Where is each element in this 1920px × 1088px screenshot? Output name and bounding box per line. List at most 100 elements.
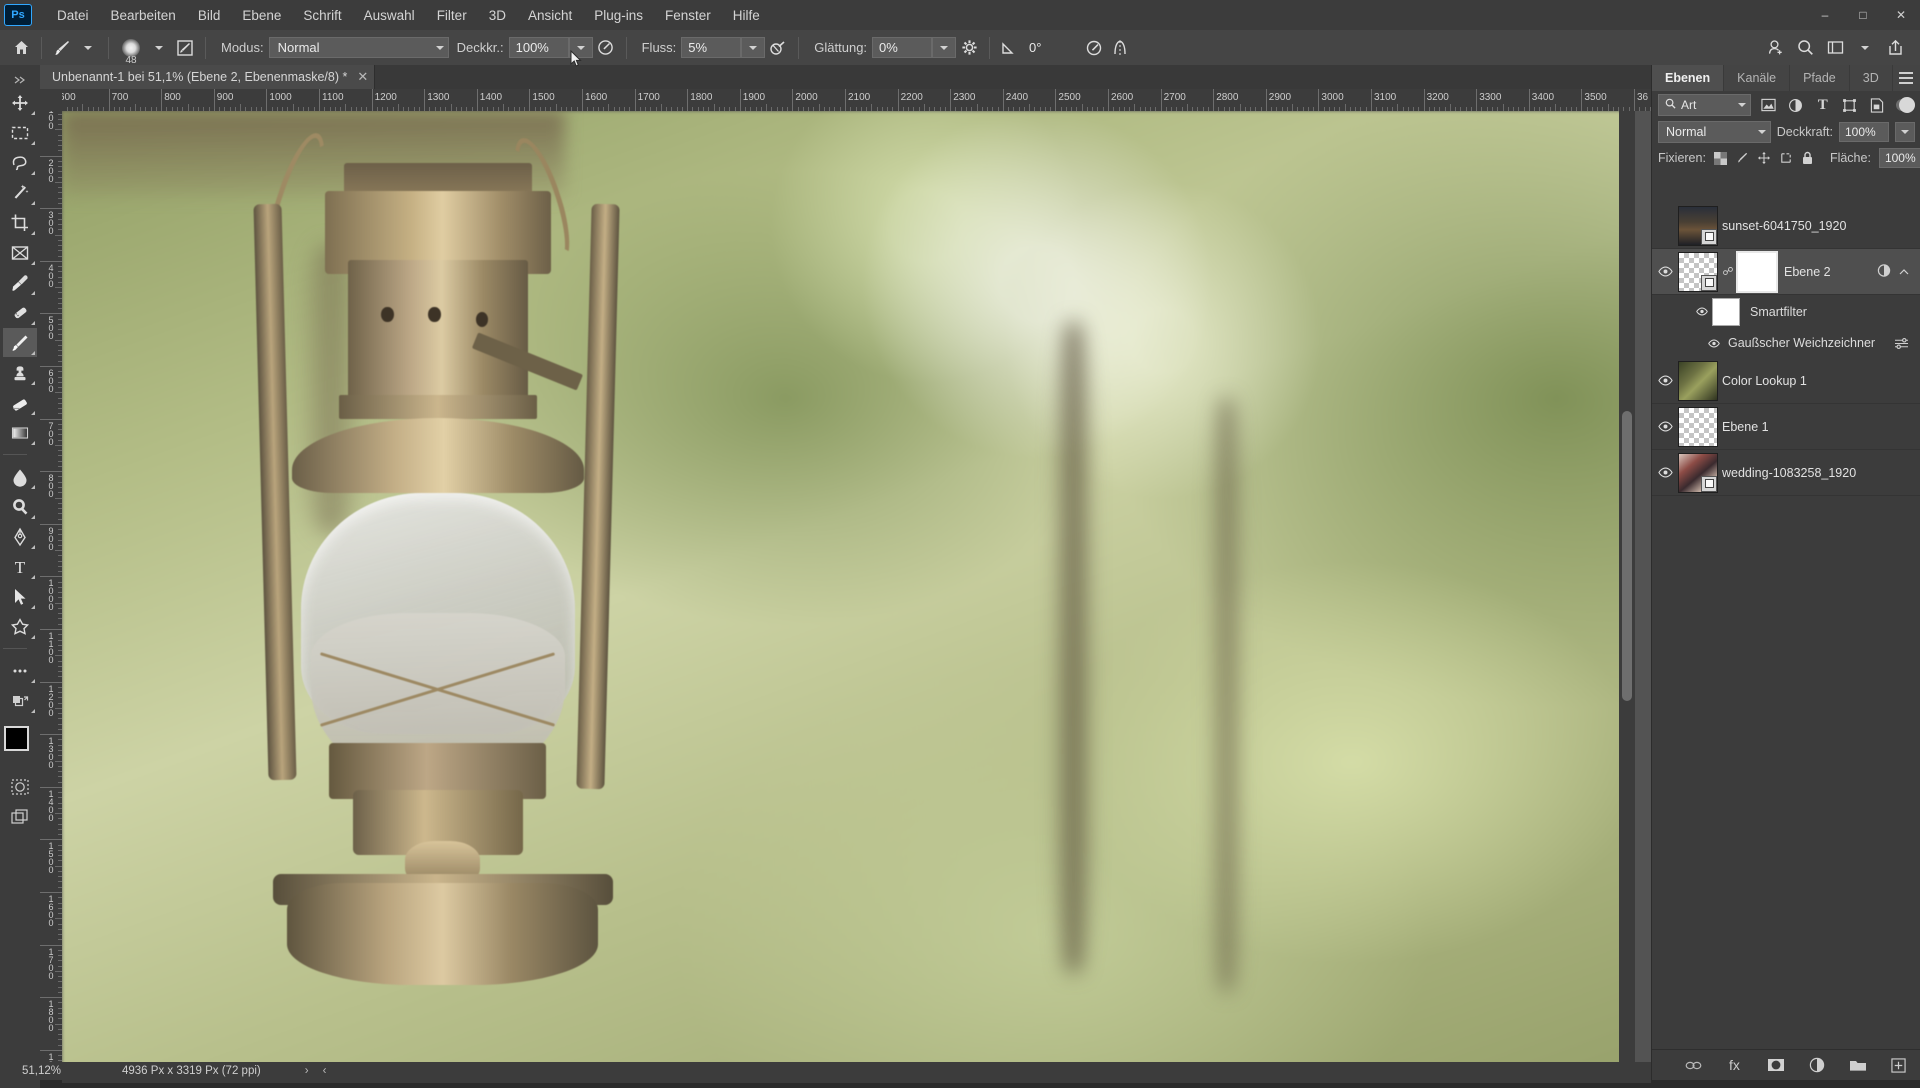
brush-preset-chevron-icon[interactable] xyxy=(146,35,172,61)
close-button[interactable]: ✕ xyxy=(1882,0,1920,30)
workspace-icon[interactable] xyxy=(1820,33,1850,63)
quick-selection-tool[interactable] xyxy=(3,178,37,207)
menu-item-3d[interactable]: 3D xyxy=(478,4,517,27)
filter-smartobject-icon[interactable] xyxy=(1865,94,1889,116)
path-selection-tool[interactable] xyxy=(3,582,37,611)
tab-kan-le[interactable]: Kanäle xyxy=(1724,65,1790,91)
layer-row[interactable]: sunset-6041750_1920 xyxy=(1652,203,1920,249)
airbrush-icon[interactable] xyxy=(765,35,791,61)
pressure-opacity-icon[interactable] xyxy=(593,35,619,61)
blur-tool[interactable] xyxy=(3,462,37,491)
smoothing-dropdown-icon[interactable] xyxy=(932,37,956,58)
canvas-vertical-scrollbar[interactable] xyxy=(1619,111,1635,1069)
brush-tool[interactable] xyxy=(3,328,37,357)
screen-mode-icon[interactable] xyxy=(3,802,37,831)
filter-type-icon[interactable]: T xyxy=(1811,94,1835,116)
menu-item-ebene[interactable]: Ebene xyxy=(231,4,292,27)
tab-3d[interactable]: 3D xyxy=(1850,65,1893,91)
layer-fill-input[interactable]: 100% xyxy=(1879,148,1920,168)
flow-input[interactable]: 5% xyxy=(681,37,741,58)
menu-item-ansicht[interactable]: Ansicht xyxy=(517,4,583,27)
smoothing-options-gear-icon[interactable] xyxy=(956,35,982,61)
scrollbar-thumb[interactable] xyxy=(1622,411,1632,701)
menu-item-auswahl[interactable]: Auswahl xyxy=(353,4,426,27)
search-icon[interactable] xyxy=(1790,33,1820,63)
layer-thumbnail[interactable] xyxy=(1678,407,1718,447)
lock-image-icon[interactable] xyxy=(1735,150,1749,167)
color-swatches[interactable] xyxy=(3,726,37,760)
brush-angle-icon[interactable] xyxy=(997,35,1023,61)
lock-all-icon[interactable] xyxy=(1801,150,1814,167)
layer-list[interactable]: sunset-6041750_1920☍Ebene 2SmartfilterGa… xyxy=(1652,203,1920,1035)
chevron-up-icon[interactable] xyxy=(1899,264,1909,279)
layer-opacity-dropdown-icon[interactable] xyxy=(1895,122,1915,142)
panel-collapse-handle[interactable] xyxy=(3,73,37,87)
smoothing-input[interactable]: 0% xyxy=(872,37,932,58)
quick-mask-icon[interactable] xyxy=(3,772,37,801)
more-tools[interactable] xyxy=(3,656,37,685)
close-icon[interactable]: ✕ xyxy=(357,69,368,85)
opacity-input[interactable]: 100% xyxy=(509,37,569,58)
frame-tool[interactable] xyxy=(3,238,37,267)
share-document-icon[interactable] xyxy=(1760,33,1790,63)
brush-preset-panel-icon[interactable] xyxy=(172,35,198,61)
gradient-tool[interactable] xyxy=(3,418,37,447)
healing-brush-tool[interactable] xyxy=(3,298,37,327)
filter-enable-toggle[interactable] xyxy=(1896,99,1915,111)
layer-thumbnail[interactable] xyxy=(1678,252,1718,292)
home-icon[interactable] xyxy=(8,35,34,61)
move-tool[interactable] xyxy=(3,88,37,117)
document-artboard[interactable] xyxy=(62,111,1635,1069)
maximize-button[interactable]: □ xyxy=(1844,0,1882,30)
tab-ebenen[interactable]: Ebenen xyxy=(1652,65,1724,91)
flow-dropdown-icon[interactable] xyxy=(741,37,765,58)
menu-item-datei[interactable]: Datei xyxy=(46,4,100,27)
smart-filter-entry[interactable]: Gaußscher Weichzeichner xyxy=(1652,328,1920,358)
eraser-tool[interactable] xyxy=(3,388,37,417)
layer-row[interactable]: Ebene 1 xyxy=(1652,404,1920,450)
layer-thumbnail[interactable] xyxy=(1678,453,1718,493)
blend-mode-select[interactable]: Normal xyxy=(269,37,449,58)
horizontal-ruler[interactable]: 6007008009001000110012001300140015001600… xyxy=(62,89,1651,112)
opacity-dropdown-icon[interactable] xyxy=(569,37,593,58)
filter-adjustment-icon[interactable] xyxy=(1784,94,1808,116)
layer-opacity-input[interactable]: 100% xyxy=(1839,122,1889,142)
layer-mask-thumbnail[interactable] xyxy=(1736,251,1778,293)
layer-row[interactable]: Color Lookup 1 xyxy=(1652,358,1920,404)
smart-filter-row[interactable]: Smartfilter xyxy=(1652,295,1920,328)
mask-link-icon[interactable]: ☍ xyxy=(1722,265,1734,278)
layer-visibility-icon[interactable] xyxy=(1652,404,1678,449)
crop-tool[interactable] xyxy=(3,208,37,237)
zoom-level[interactable]: 51,12% xyxy=(22,1065,94,1077)
layer-style-fx-icon[interactable]: fx xyxy=(1725,1055,1745,1075)
dodge-tool[interactable] xyxy=(3,492,37,521)
ruler-corner[interactable] xyxy=(40,89,63,112)
lasso-tool[interactable] xyxy=(3,148,37,177)
clone-stamp-tool[interactable] xyxy=(3,358,37,387)
menu-item-fenster[interactable]: Fenster xyxy=(654,4,722,27)
filter-type-select[interactable]: Art xyxy=(1658,94,1751,116)
menu-item-plug-ins[interactable]: Plug-ins xyxy=(583,4,654,27)
panel-menu-icon[interactable] xyxy=(1899,72,1913,87)
layer-visibility-icon[interactable] xyxy=(1652,450,1678,495)
pen-tool[interactable] xyxy=(3,522,37,551)
layer-visibility-icon[interactable] xyxy=(1692,307,1712,316)
link-layers-icon[interactable] xyxy=(1684,1055,1704,1075)
smart-filter-icon[interactable] xyxy=(1876,263,1892,281)
rectangular-marquee-tool[interactable] xyxy=(3,118,37,147)
new-layer-icon[interactable] xyxy=(1889,1055,1909,1075)
symmetry-icon[interactable] xyxy=(1107,35,1133,61)
document-tab[interactable]: Unbenannt-1 bei 51,1% (Ebene 2, Ebenenma… xyxy=(40,65,375,89)
brush-tool-chevron-icon[interactable] xyxy=(75,35,101,61)
foreground-color-swatch[interactable] xyxy=(4,726,29,751)
brush-angle-value[interactable]: 0° xyxy=(1023,38,1081,57)
export-icon[interactable] xyxy=(1880,33,1910,63)
layer-blend-mode-select[interactable]: Normal xyxy=(1658,121,1771,143)
type-tool[interactable]: T xyxy=(3,552,37,581)
vertical-ruler[interactable]: 1002003004005006007008009001000110012001… xyxy=(40,111,63,1069)
brush-tool-icon[interactable] xyxy=(49,35,75,61)
lock-artboard-icon[interactable] xyxy=(1779,150,1793,167)
prev-arrow-icon[interactable]: ‹ xyxy=(323,1065,327,1077)
layer-thumbnail[interactable] xyxy=(1678,361,1718,401)
new-adjustment-layer-icon[interactable] xyxy=(1807,1055,1827,1075)
